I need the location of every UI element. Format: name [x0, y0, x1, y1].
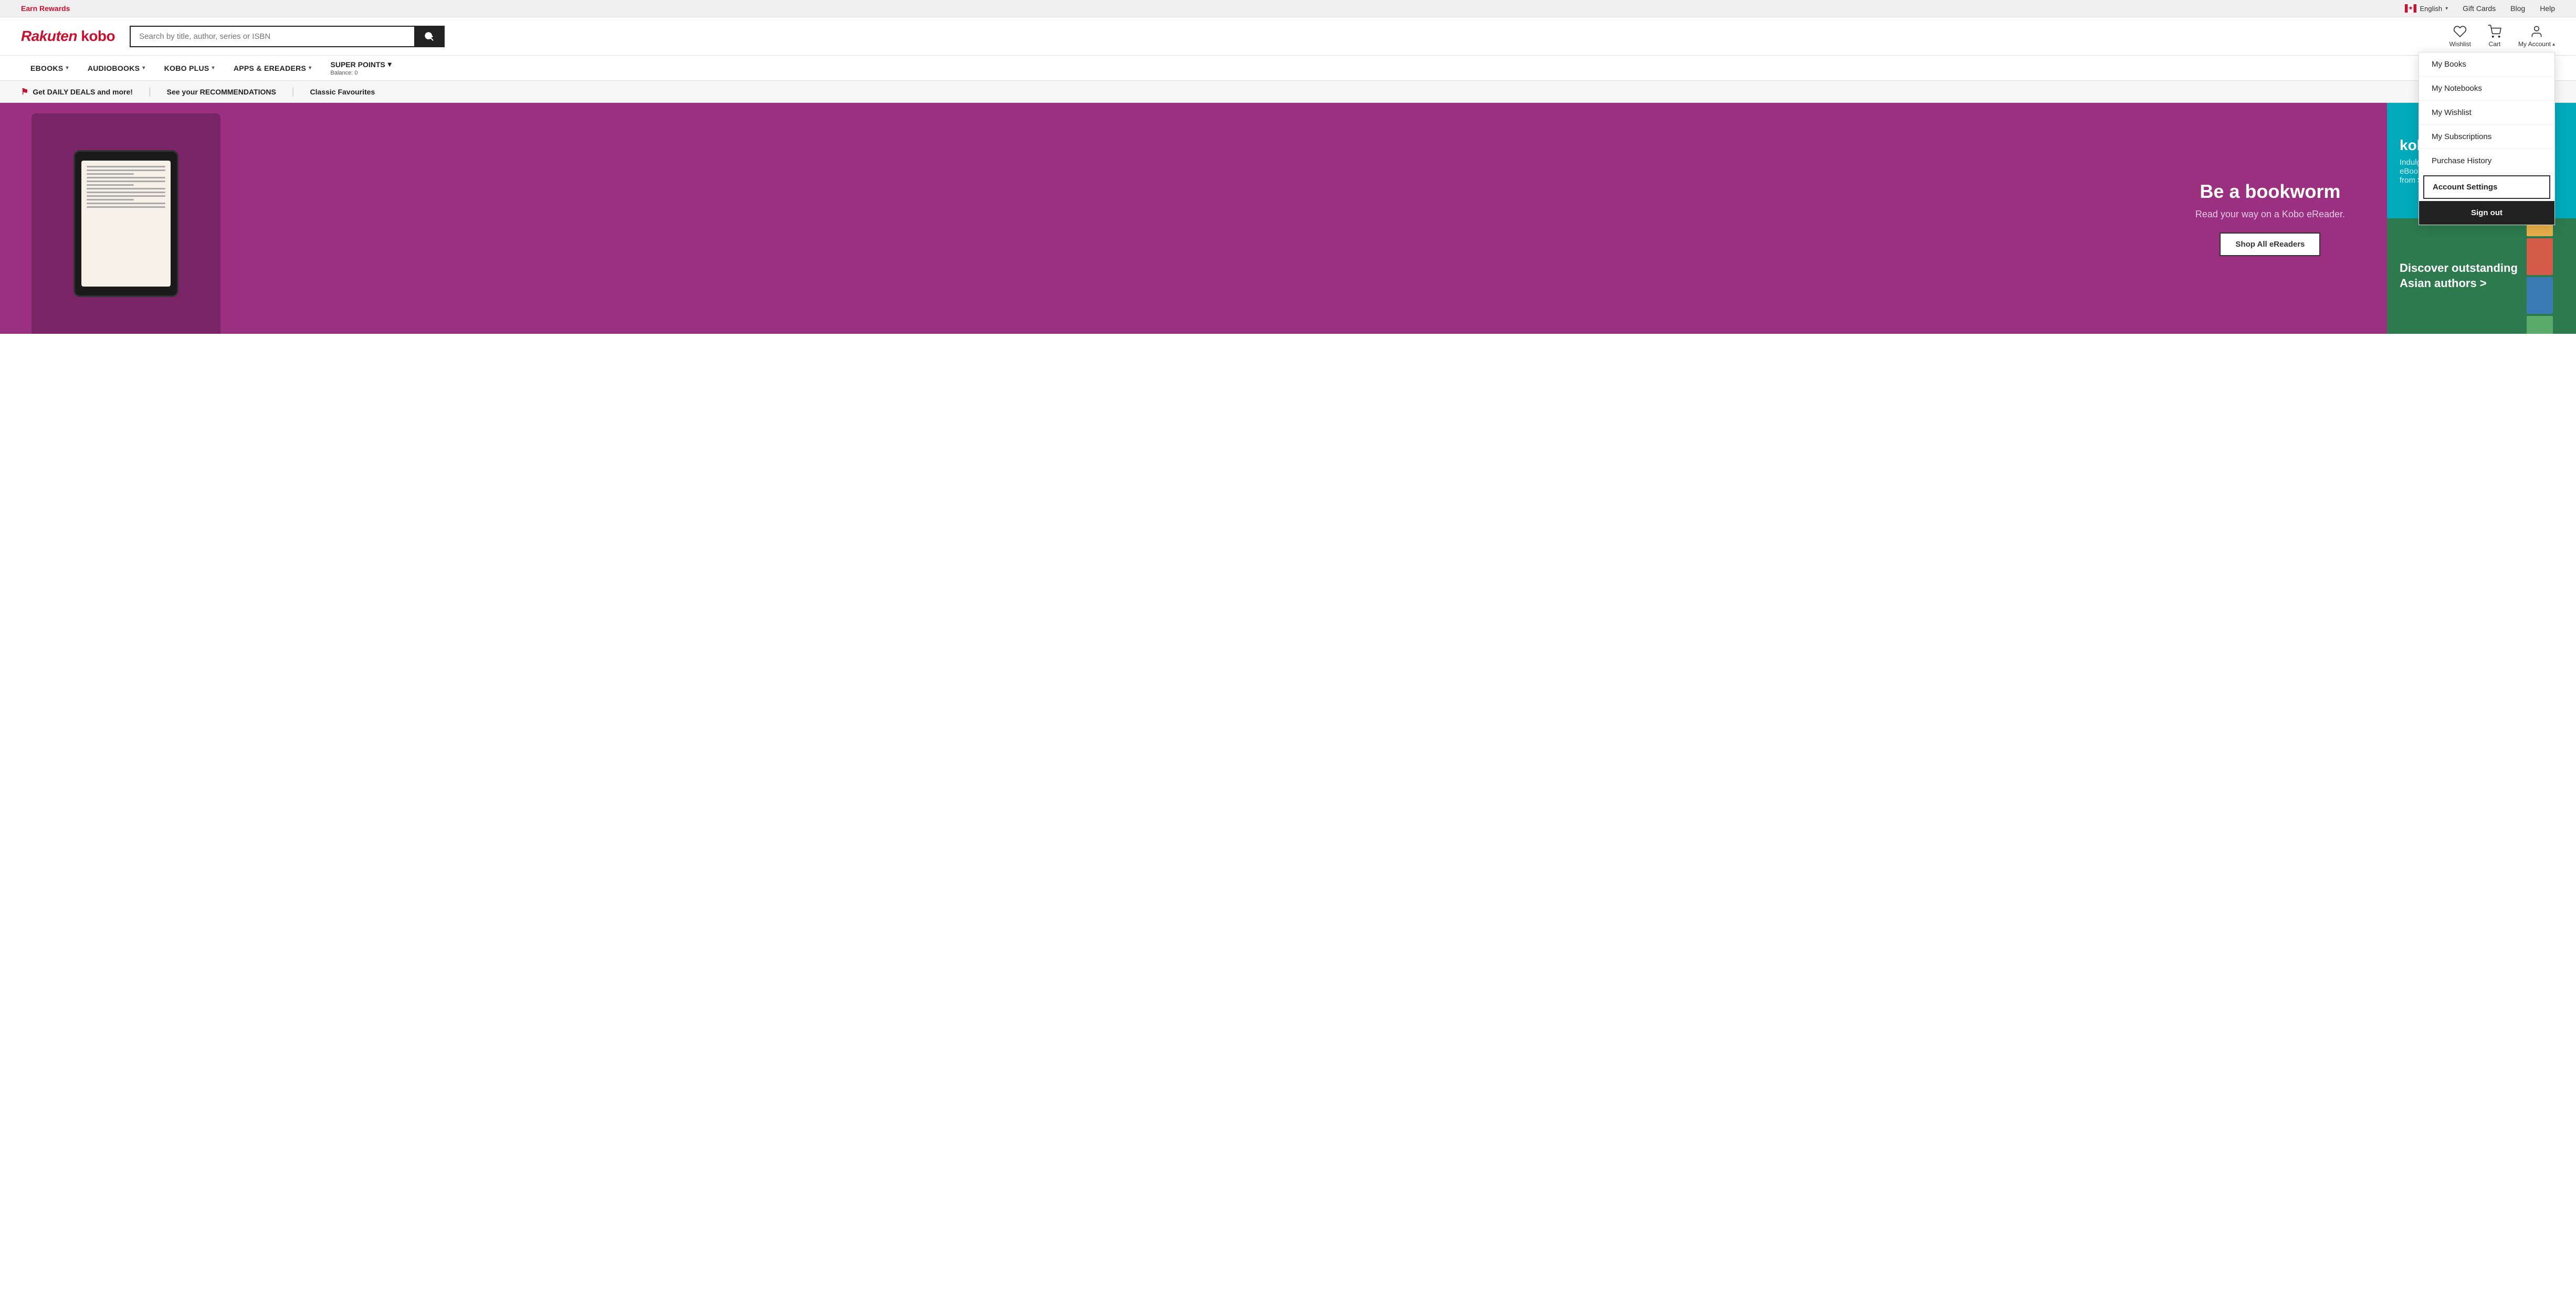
ereader-text-line [87, 173, 134, 175]
cart-button[interactable]: Cart [2488, 25, 2501, 48]
hero-main: Be a bookworm Read your way on a Kobo eR… [0, 103, 2387, 334]
wishlist-button[interactable]: Wishlist [2449, 25, 2471, 48]
earn-rewards-text[interactable]: Earn Rewards [21, 4, 70, 13]
flag-promo-icon: ⚑ [21, 87, 28, 97]
my-account-button[interactable]: My Account ▴ [2518, 25, 2555, 48]
promo-classic-favourites[interactable]: Classic Favourites [295, 88, 391, 96]
ereader-text-line [87, 181, 165, 182]
ereader-text-line [87, 203, 165, 204]
dropdown-purchase-history[interactable]: Purchase History [2419, 149, 2554, 173]
nav-kobo-plus[interactable]: Kobo Plus ▾ [155, 57, 224, 80]
language-selector[interactable]: English ▾ [2405, 4, 2448, 13]
chevron-down-icon: ▾ [142, 65, 145, 71]
account-dropdown: My Books My Notebooks My Wishlist My Sub… [2419, 52, 2555, 225]
dropdown-sign-out[interactable]: Sign out [2419, 201, 2554, 225]
wishlist-label: Wishlist [2449, 40, 2471, 48]
dropdown-my-books[interactable]: My Books [2419, 52, 2554, 77]
dropdown-account-settings[interactable]: Account Settings [2423, 175, 2550, 199]
earn-rewards-link[interactable]: Earn Rewards [21, 4, 70, 13]
book-cover [2527, 238, 2553, 275]
chevron-down-icon: ▾ [2445, 6, 2448, 12]
nav-ebooks[interactable]: eBooks ▾ [21, 57, 78, 80]
promo-daily-deals[interactable]: ⚑ Get DAILY DEALS and more! [21, 87, 149, 97]
ereader-text-line [87, 184, 134, 186]
search-input[interactable] [131, 27, 414, 46]
logo-link[interactable]: Rakuten kobo [21, 28, 115, 45]
ereader-text-line [87, 170, 165, 171]
promo-recommendations[interactable]: See your RECOMMENDATIONS [151, 88, 292, 96]
hero-content: Be a bookworm Read your way on a Kobo eR… [2195, 181, 2345, 256]
ereader-text-line [87, 177, 165, 178]
chevron-down-icon: ▾ [309, 65, 311, 71]
chevron-down-icon: ▾ [66, 65, 68, 71]
ereader-screen [81, 161, 171, 287]
main-header: Rakuten kobo Wishlist C [0, 17, 2576, 56]
dropdown-my-wishlist[interactable]: My Wishlist [2419, 101, 2554, 125]
discover-title: Discover outstanding Asian authors > [2400, 261, 2520, 291]
hero-subtitle: Read your way on a Kobo eReader. [2195, 209, 2345, 220]
nav-apps-ereaders[interactable]: Apps & eReaders ▾ [224, 57, 321, 80]
hero-ereader-image [31, 113, 220, 334]
language-label: English [2420, 5, 2442, 13]
logo-text: Rakuten kobo [21, 28, 115, 45]
cart-icon [2488, 25, 2501, 38]
help-link[interactable]: Help [2540, 4, 2555, 13]
dropdown-my-subscriptions[interactable]: My Subscriptions [2419, 125, 2554, 149]
account-label: My Account ▴ [2518, 40, 2555, 48]
nav-bar: eBooks ▾ Audiobooks ▾ Kobo Plus ▾ Apps &… [0, 56, 2576, 81]
blog-link[interactable]: Blog [2510, 4, 2525, 13]
nav-super-points[interactable]: Super Points ▾ Balance: 0 [321, 56, 401, 80]
search-icon [424, 31, 434, 41]
top-bar: Earn Rewards English ▾ Gift Cards Blog H… [0, 0, 2576, 17]
heart-icon [2453, 25, 2467, 38]
ereader-device [73, 150, 178, 297]
dropdown-my-notebooks[interactable]: My Notebooks [2419, 77, 2554, 101]
super-points-balance: Balance: 0 [331, 70, 392, 76]
shop-all-ereaders-button[interactable]: Shop All eReaders [2220, 233, 2320, 256]
account-chevron-icon: ▴ [2552, 41, 2555, 47]
nav-audiobooks[interactable]: Audiobooks ▾ [78, 57, 155, 80]
discover-content: Discover outstanding Asian authors > [2400, 261, 2520, 291]
ereader-text-line [87, 206, 165, 208]
ereader-text-line [87, 192, 165, 193]
book-cover [2527, 277, 2553, 314]
chevron-down-icon: ▾ [388, 60, 392, 69]
ereader-text-line [87, 195, 165, 197]
chevron-down-icon: ▾ [212, 65, 215, 71]
canada-flag-icon [2405, 4, 2416, 13]
search-button[interactable] [414, 27, 444, 46]
header-right: Wishlist Cart My Account ▴ [2449, 25, 2555, 48]
account-wrapper: My Account ▴ My Books My Notebooks My Wi… [2518, 25, 2555, 48]
search-bar [130, 26, 445, 47]
book-cover [2527, 316, 2553, 334]
ereader-text-line [87, 188, 165, 189]
ereader-text-line [87, 166, 165, 167]
hero-title: Be a bookworm [2195, 181, 2345, 203]
hero-side-bottom-discover[interactable]: Discover outstanding Asian authors > [2387, 218, 2576, 334]
top-bar-right: English ▾ Gift Cards Blog Help [2405, 4, 2555, 13]
user-icon [2530, 25, 2543, 38]
ereader-text-line [87, 199, 134, 200]
cart-label: Cart [2489, 40, 2501, 48]
book-covers [2527, 218, 2563, 334]
gift-cards-link[interactable]: Gift Cards [2463, 4, 2496, 13]
promo-bar: ⚑ Get DAILY DEALS and more! | See your R… [0, 81, 2576, 103]
hero-area: Be a bookworm Read your way on a Kobo eR… [0, 103, 2576, 334]
